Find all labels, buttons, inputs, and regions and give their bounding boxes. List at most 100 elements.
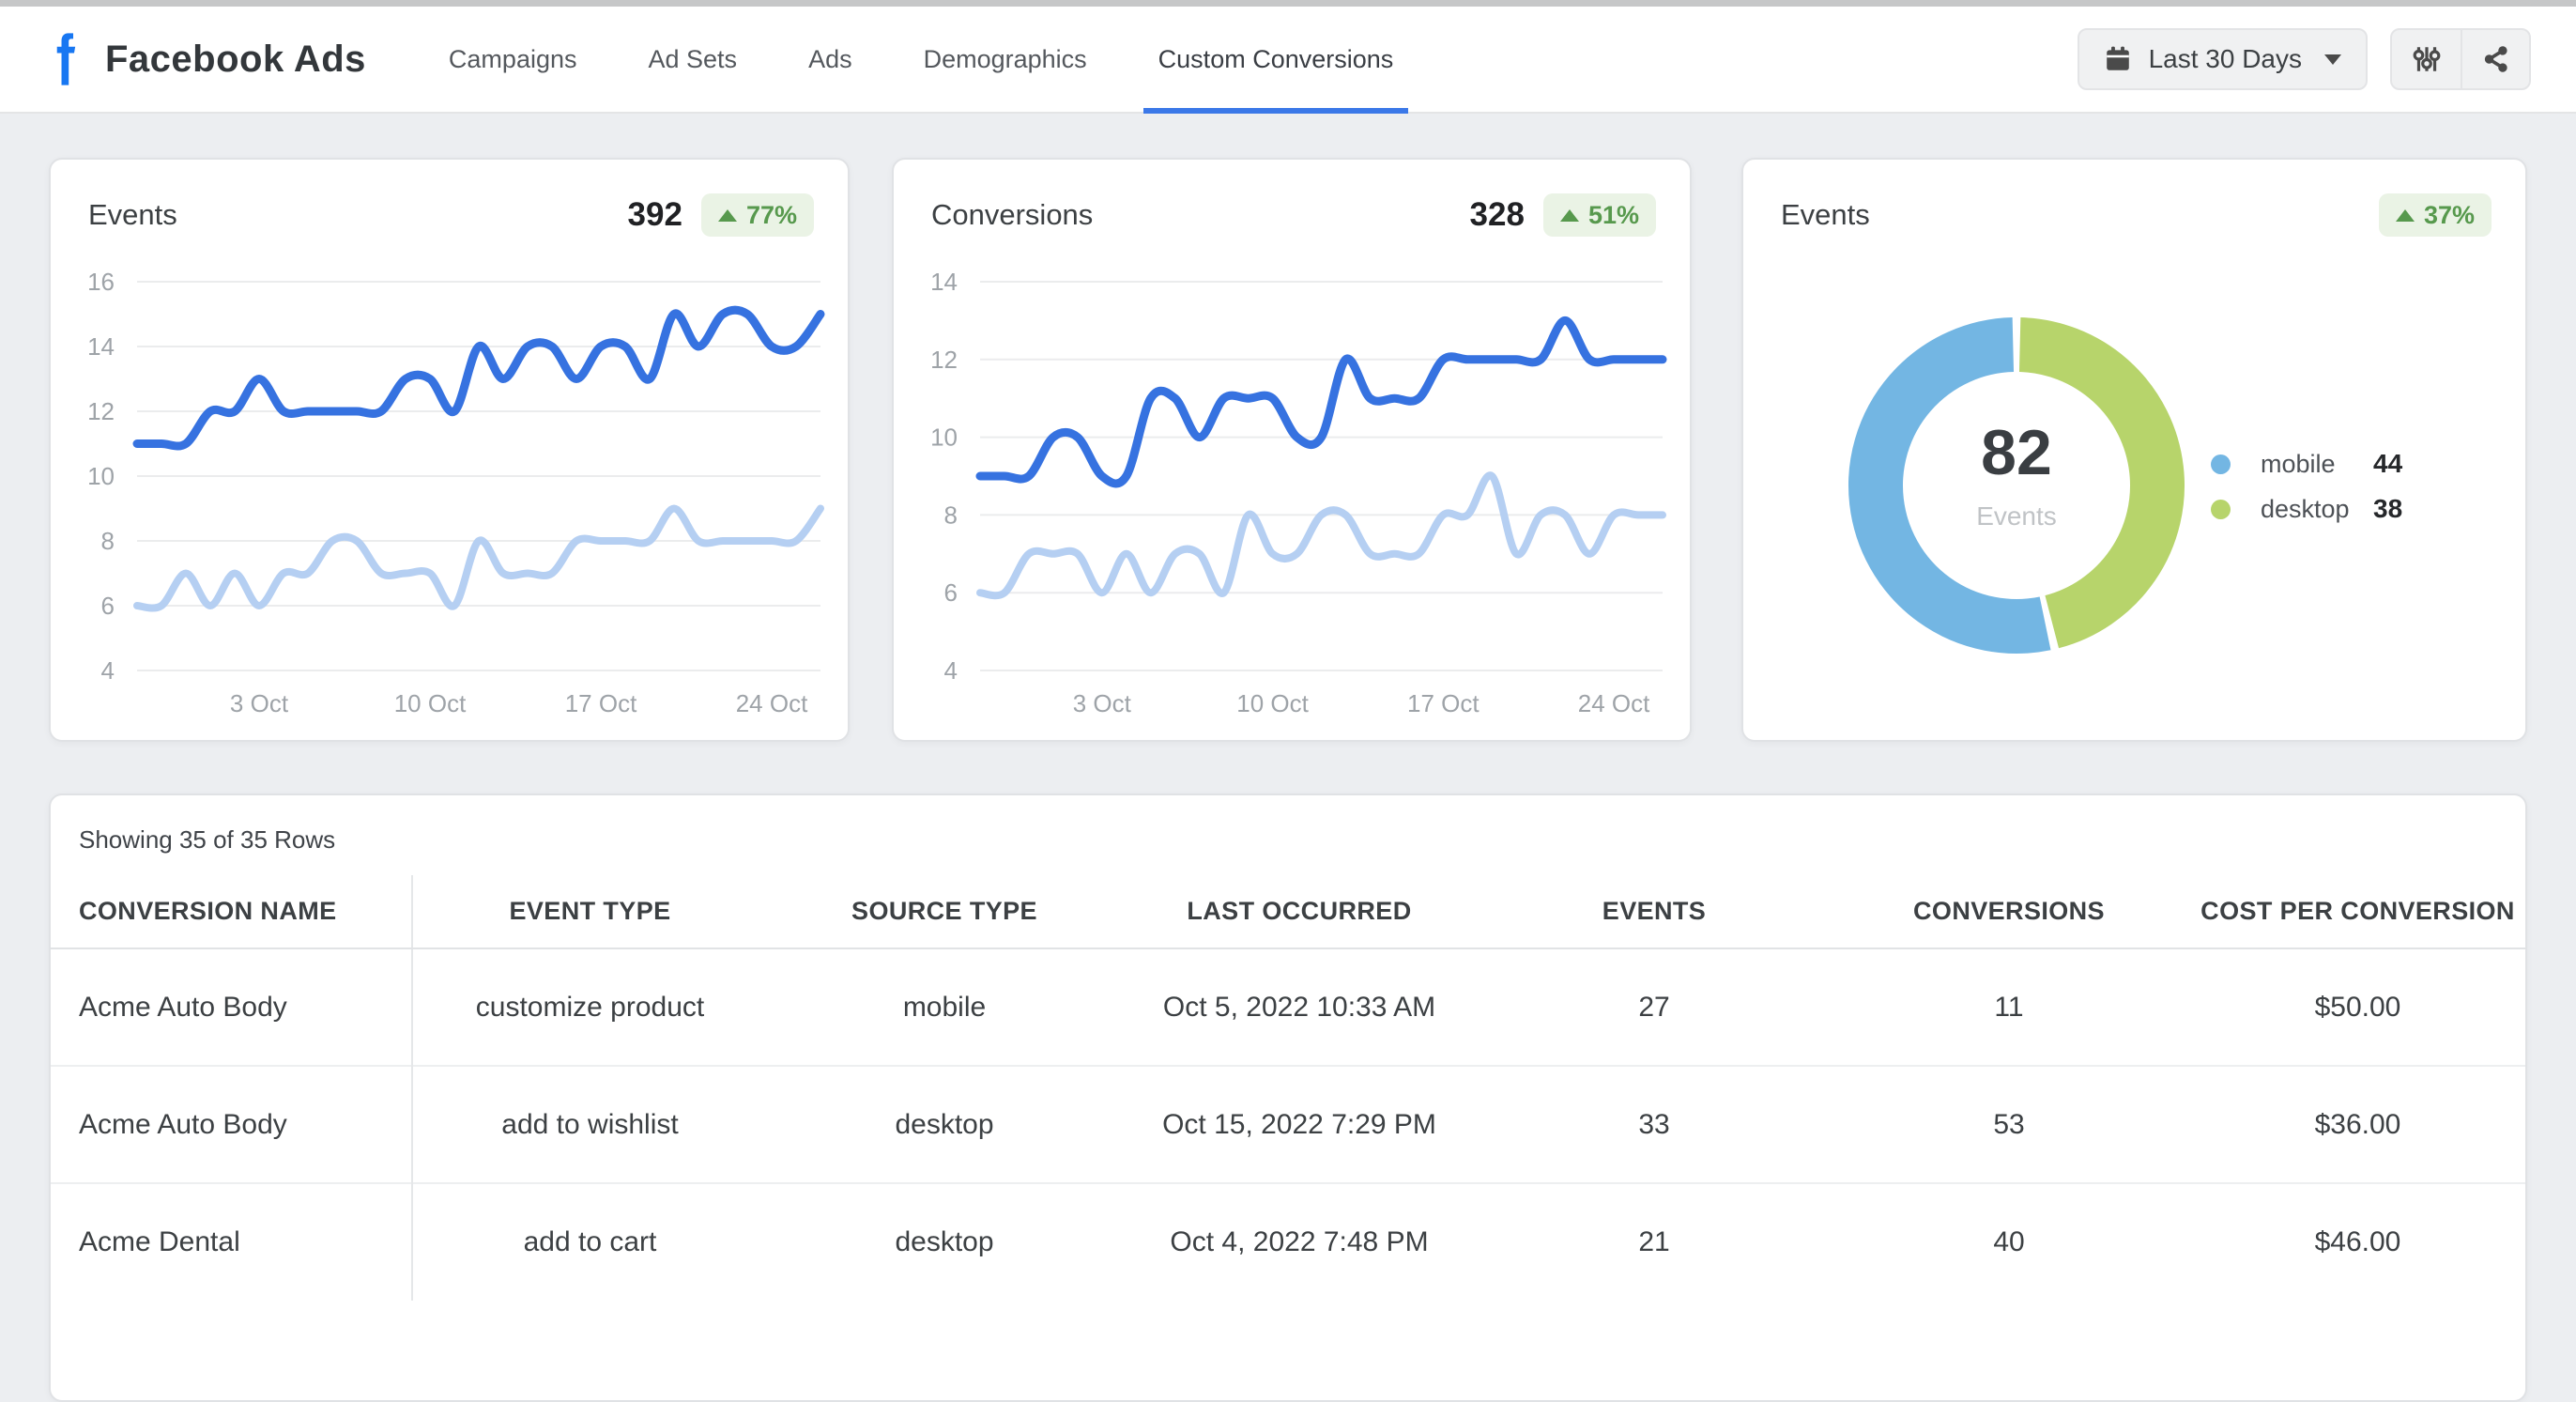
y-axis-label: 10 bbox=[930, 424, 958, 452]
table-cell: Acme Dental bbox=[51, 1183, 412, 1301]
app-title: Facebook Ads bbox=[105, 39, 366, 81]
table-cell: customize product bbox=[412, 948, 767, 1066]
conversions-total: 328 bbox=[1470, 196, 1525, 234]
donut-center-value: 82 bbox=[1981, 417, 2052, 488]
column-header[interactable]: CONVERSION NAME bbox=[51, 875, 412, 948]
events-primary-line bbox=[137, 310, 820, 446]
calendar-icon bbox=[2104, 45, 2132, 73]
x-axis-label: 24 Oct bbox=[736, 689, 808, 717]
table-cell: 27 bbox=[1477, 948, 1832, 1066]
conversions-table: CONVERSION NAMEEVENT TYPESOURCE TYPELAST… bbox=[51, 875, 2527, 1301]
app-header: Facebook Ads Campaigns Ad Sets Ads Demograp… bbox=[0, 7, 2576, 114]
table-cell: 53 bbox=[1832, 1066, 2186, 1183]
chevron-down-icon bbox=[2324, 54, 2341, 65]
y-axis-label: 10 bbox=[87, 462, 115, 490]
primary-nav: Campaigns Ad Sets Ads Demographics Custom Co… bbox=[413, 7, 1429, 112]
column-header[interactable]: CONVERSIONS bbox=[1832, 875, 2186, 948]
conversions-primary-line bbox=[980, 320, 1663, 484]
events-secondary-line bbox=[137, 509, 820, 609]
column-header[interactable]: LAST OCCURRED bbox=[1122, 875, 1477, 948]
table-cell: desktop bbox=[767, 1066, 1122, 1183]
date-range-button[interactable]: Last 30 Days bbox=[2078, 28, 2368, 90]
donut-card-header: Events 37% bbox=[1781, 193, 2492, 237]
table-cell: Acme Auto Body bbox=[51, 1066, 412, 1183]
table-cell: $46.00 bbox=[2186, 1183, 2527, 1301]
table-row-count: Showing 35 of 35 Rows bbox=[51, 795, 2525, 855]
donut-delta-badge: 37% bbox=[2379, 193, 2492, 237]
y-axis-label: 14 bbox=[930, 272, 958, 296]
conversions-secondary-line bbox=[980, 475, 1663, 595]
column-header[interactable]: EVENTS bbox=[1477, 875, 1832, 948]
toolbar-icon-group bbox=[2390, 28, 2531, 90]
y-axis-label: 4 bbox=[944, 656, 958, 685]
x-axis-label: 3 Oct bbox=[230, 689, 289, 717]
table-row[interactable]: Acme Auto Bodyadd to wishlistdesktopOct … bbox=[51, 1066, 2527, 1183]
legend-item-mobile[interactable]: mobile44 bbox=[2211, 441, 2402, 486]
y-axis-label: 6 bbox=[101, 592, 115, 620]
window-top-edge bbox=[0, 0, 2576, 7]
column-header[interactable]: COST PER CONVERSION bbox=[2186, 875, 2527, 948]
filter-button[interactable] bbox=[2392, 30, 2461, 88]
table-header-row: CONVERSION NAMEEVENT TYPESOURCE TYPELAST… bbox=[51, 875, 2527, 948]
table-cell: mobile bbox=[767, 948, 1122, 1066]
card-title: Conversions bbox=[931, 198, 1093, 232]
legend-value: 44 bbox=[2373, 449, 2402, 479]
table-cell: $50.00 bbox=[2186, 948, 2527, 1066]
table-row[interactable]: Acme Auto Bodycustomize productmobileOct… bbox=[51, 948, 2527, 1066]
y-axis-label: 14 bbox=[87, 332, 115, 361]
y-axis-label: 6 bbox=[944, 578, 958, 607]
facebook-ads-dashboard: Facebook Ads Campaigns Ad Sets Ads Demograp… bbox=[0, 0, 2576, 1303]
x-axis-label: 10 Oct bbox=[394, 689, 467, 717]
x-axis-label: 24 Oct bbox=[1578, 689, 1650, 717]
table-cell: 21 bbox=[1477, 1183, 1832, 1301]
x-axis-label: 17 Oct bbox=[1407, 689, 1480, 717]
legend-label: mobile bbox=[2261, 450, 2373, 479]
tab-ads[interactable]: Ads bbox=[793, 7, 867, 112]
conversions-line-chart: 4 6 8 10 12 14 3 Oct 10 Oct 17 Oct 24 Oct bbox=[894, 272, 1694, 742]
y-axis-label: 12 bbox=[930, 346, 958, 374]
table-cell: Oct 15, 2022 7:29 PM bbox=[1122, 1066, 1477, 1183]
table-cell: Oct 4, 2022 7:48 PM bbox=[1122, 1183, 1477, 1301]
legend-item-desktop[interactable]: desktop38 bbox=[2211, 486, 2402, 532]
events-total: 392 bbox=[628, 196, 682, 234]
tab-demographics[interactable]: Demographics bbox=[909, 7, 1102, 112]
table-cell: 33 bbox=[1477, 1066, 1832, 1183]
brand: Facebook Ads bbox=[53, 7, 366, 112]
column-header[interactable]: SOURCE TYPE bbox=[767, 875, 1122, 948]
column-header[interactable]: EVENT TYPE bbox=[412, 875, 767, 948]
x-axis-label: 17 Oct bbox=[565, 689, 637, 717]
tab-campaigns[interactable]: Campaigns bbox=[434, 7, 592, 112]
y-axis-label: 12 bbox=[87, 397, 115, 425]
table-cell: 11 bbox=[1832, 948, 2186, 1066]
donut-center-label: Events bbox=[1976, 501, 2057, 531]
events-card: Events 392 77% 468101214163 Oct10 Oct17 … bbox=[49, 158, 850, 742]
conversions-delta-badge: 51% bbox=[1543, 193, 1656, 237]
card-title: Events bbox=[88, 198, 177, 232]
table-row[interactable]: Acme Dentaladd to cartdesktopOct 4, 2022… bbox=[51, 1183, 2527, 1301]
date-range-label: Last 30 Days bbox=[2149, 44, 2302, 74]
events-donut-chart: 82 Events bbox=[1743, 272, 2529, 744]
table-cell: add to cart bbox=[412, 1183, 767, 1301]
table-cell: add to wishlist bbox=[412, 1066, 767, 1183]
table-cell: Oct 5, 2022 10:33 AM bbox=[1122, 948, 1477, 1066]
conversions-card-header: Conversions 328 51% bbox=[931, 193, 1656, 237]
legend-label: desktop bbox=[2261, 495, 2373, 524]
legend-value: 38 bbox=[2373, 494, 2402, 524]
conversions-table-card: Showing 35 of 35 Rows CONVERSION NAMEEVE… bbox=[49, 793, 2527, 1402]
x-axis-label: 10 Oct bbox=[1236, 689, 1309, 717]
table-cell: Acme Auto Body bbox=[51, 948, 412, 1066]
filter-sliders-icon bbox=[2412, 44, 2442, 74]
share-button[interactable] bbox=[2461, 30, 2529, 88]
x-axis-label: 3 Oct bbox=[1073, 689, 1132, 717]
facebook-logo-icon bbox=[53, 31, 83, 87]
y-axis-label: 8 bbox=[101, 527, 115, 555]
arrow-up-icon bbox=[2396, 209, 2415, 222]
y-axis-label: 4 bbox=[101, 656, 115, 685]
legend-dot-icon bbox=[2211, 500, 2231, 519]
y-axis-label: 8 bbox=[944, 501, 958, 529]
events-line-chart: 468101214163 Oct10 Oct17 Oct24 Oct bbox=[51, 272, 851, 742]
tab-ad-sets[interactable]: Ad Sets bbox=[634, 7, 753, 112]
share-icon bbox=[2481, 44, 2511, 74]
arrow-up-icon bbox=[718, 209, 737, 222]
tab-custom-conversions[interactable]: Custom Conversions bbox=[1143, 7, 1409, 112]
